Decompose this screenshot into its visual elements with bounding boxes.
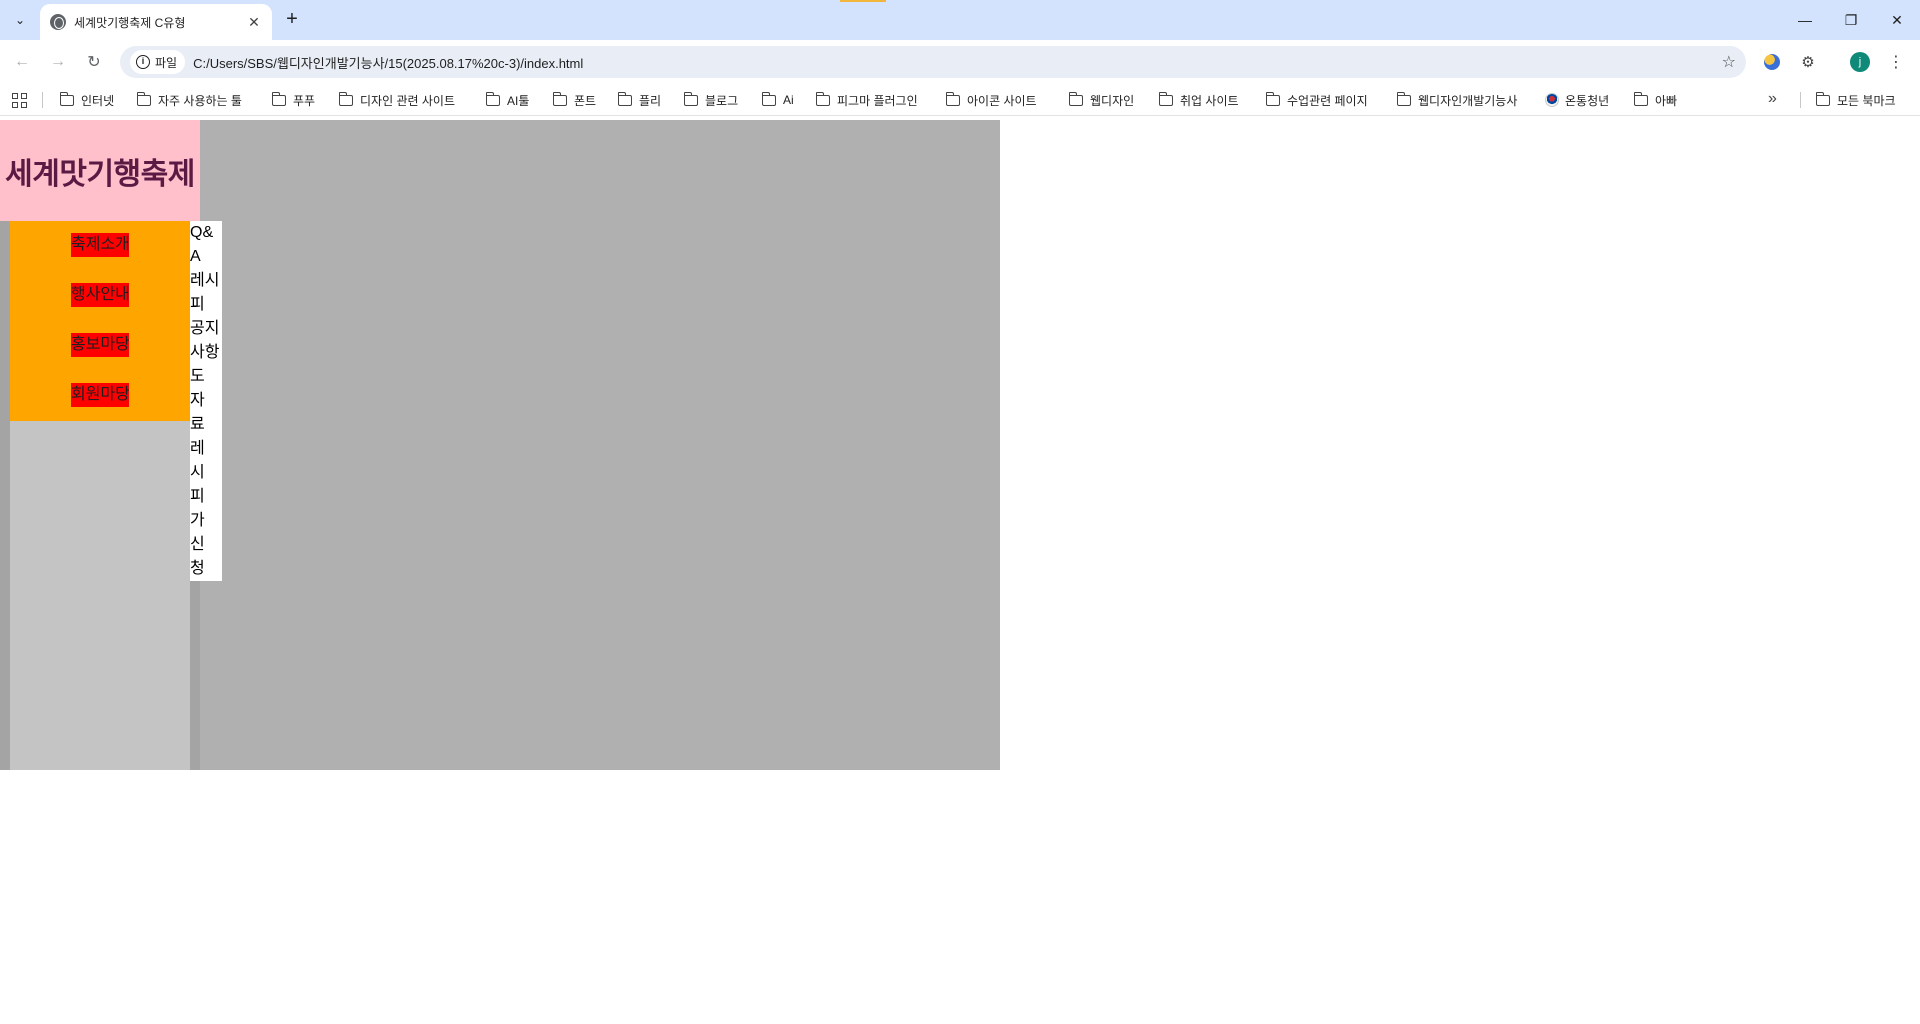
globe-icon [50,14,66,30]
bookmark-folder[interactable]: Ai [761,88,794,112]
forward-arrow-icon[interactable]: → [44,48,72,76]
restore-button[interactable]: ❐ [1828,0,1874,40]
main-menu: 축제소개 행사안내 홍보마당 회원마당 [10,221,190,421]
submenu-text[interactable]: Q&A 레시 피 공지 사항 도 자 료 레 시 피 가 신 청 [190,221,222,581]
folder-icon [1265,91,1280,106]
reload-icon[interactable]: ↻ [80,48,108,76]
back-arrow-icon[interactable]: ← [8,48,36,76]
menu-item-members[interactable]: 회원마당 [71,383,129,407]
folder-icon [617,91,632,106]
address-bar[interactable]: i 파일 C:/Users/SBS/웹디자인개발기능사/15(2025.08.1… [120,46,1746,78]
tab-strip: ⌄ 세계맛기행축제 C유형 ✕ + — ❐ ✕ [0,0,1920,40]
submenu-list: Q&A 레시 피 공지 사항 도 자 료 레 시 피 가 신 청 [190,221,222,581]
folder-icon [59,91,74,106]
bookmark-star-icon[interactable]: ☆ [1722,52,1736,72]
bookmark-folder[interactable]: 아빠 [1633,88,1677,112]
folder-icon [1815,91,1830,106]
new-tab-button[interactable]: + [280,8,304,32]
tab-accent-bar [840,0,886,2]
folder-icon [136,91,151,106]
bookmark-folder[interactable]: 인터넷 [59,88,114,112]
logo-area[interactable]: 세계맛기행축제 [0,120,200,221]
profile-avatar[interactable]: j [1850,52,1870,72]
bookmarks-divider [42,92,43,108]
apps-grid-icon[interactable] [12,93,27,108]
browser-tab[interactable]: 세계맛기행축제 C유형 ✕ [40,4,272,40]
bookmark-folder[interactable]: 웹디자인 [1068,88,1134,112]
extension-globe-icon[interactable] [1762,52,1782,72]
menu-dots-icon[interactable]: ⋮ [1886,52,1906,72]
folder-icon [945,91,960,106]
bookmark-folder[interactable]: 피그마 플러그인 [815,88,918,112]
extensions-puzzle-icon[interactable]: ⚙ [1798,52,1818,72]
info-icon: i [136,55,150,69]
tab-title: 세계맛기행축제 C유형 [74,15,186,30]
folder-icon [338,91,353,106]
menu-item-promotion[interactable]: 홍보마당 [71,333,129,357]
folder-icon [1633,91,1648,106]
menu-item-event-info[interactable]: 행사안내 [71,283,129,307]
folder-icon [761,91,776,106]
tab-search-chevron-icon[interactable]: ⌄ [8,8,32,32]
bookmark-folder[interactable]: 아이콘 사이트 [945,88,1037,112]
close-tab-icon[interactable]: ✕ [246,14,262,30]
korea-flag-icon [1545,93,1559,107]
folder-icon [1396,91,1411,106]
site-logo[interactable]: 세계맛기행축제 [5,149,195,193]
folder-icon [1158,91,1173,106]
folder-icon [1068,91,1083,106]
folder-icon [815,91,830,106]
all-bookmarks-folder[interactable]: 모든 북마크 [1815,88,1896,112]
close-window-button[interactable]: ✕ [1874,0,1920,40]
page-wrapper: 세계맛기행축제 축제소개 행사안내 홍보마당 회원마당 Q&A 레시 피 공지 … [0,120,1000,770]
menu-item-festival-intro[interactable]: 축제소개 [71,233,129,257]
bookmark-folder[interactable]: AI툴 [485,88,529,112]
bookmarks-divider [1800,92,1801,108]
page-viewport: 세계맛기행축제 축제소개 행사안내 홍보마당 회원마당 Q&A 레시 피 공지 … [0,120,1920,1024]
bookmark-folder[interactable]: 웹디자인개발기능사 [1396,88,1517,112]
folder-icon [485,91,500,106]
site-info-label: 파일 [155,55,178,70]
bookmark-folder[interactable]: 폰트 [552,88,596,112]
browser-toolbar: ← → ↻ i 파일 C:/Users/SBS/웹디자인개발기능사/15(202… [0,40,1920,84]
bookmarks-bar: 인터넷 자주 사용하는 툴 푸푸 디자인 관련 사이트 AI툴 폰트 플리 블로… [0,84,1920,116]
folder-icon [683,91,698,106]
bookmark-folder[interactable]: 플리 [617,88,661,112]
bookmark-folder[interactable]: 디자인 관련 사이트 [338,88,455,112]
bookmark-folder[interactable]: 자주 사용하는 툴 [136,88,242,112]
bookmark-folder[interactable]: 푸푸 [271,88,315,112]
bookmark-folder[interactable]: 취업 사이트 [1158,88,1239,112]
minimize-button[interactable]: — [1782,0,1828,40]
bookmark-folder[interactable]: 수업관련 페이지 [1265,88,1368,112]
url-text[interactable]: C:/Users/SBS/웹디자인개발기능사/15(2025.08.17%20c… [193,53,1722,72]
site-info-chip[interactable]: i 파일 [130,50,186,74]
more-bookmarks-chevron-icon[interactable]: » [1768,90,1777,108]
bookmark-folder[interactable]: 블로그 [683,88,738,112]
folder-icon [552,91,567,106]
bookmark-link[interactable]: 온통청년 [1545,88,1609,112]
folder-icon [271,91,286,106]
